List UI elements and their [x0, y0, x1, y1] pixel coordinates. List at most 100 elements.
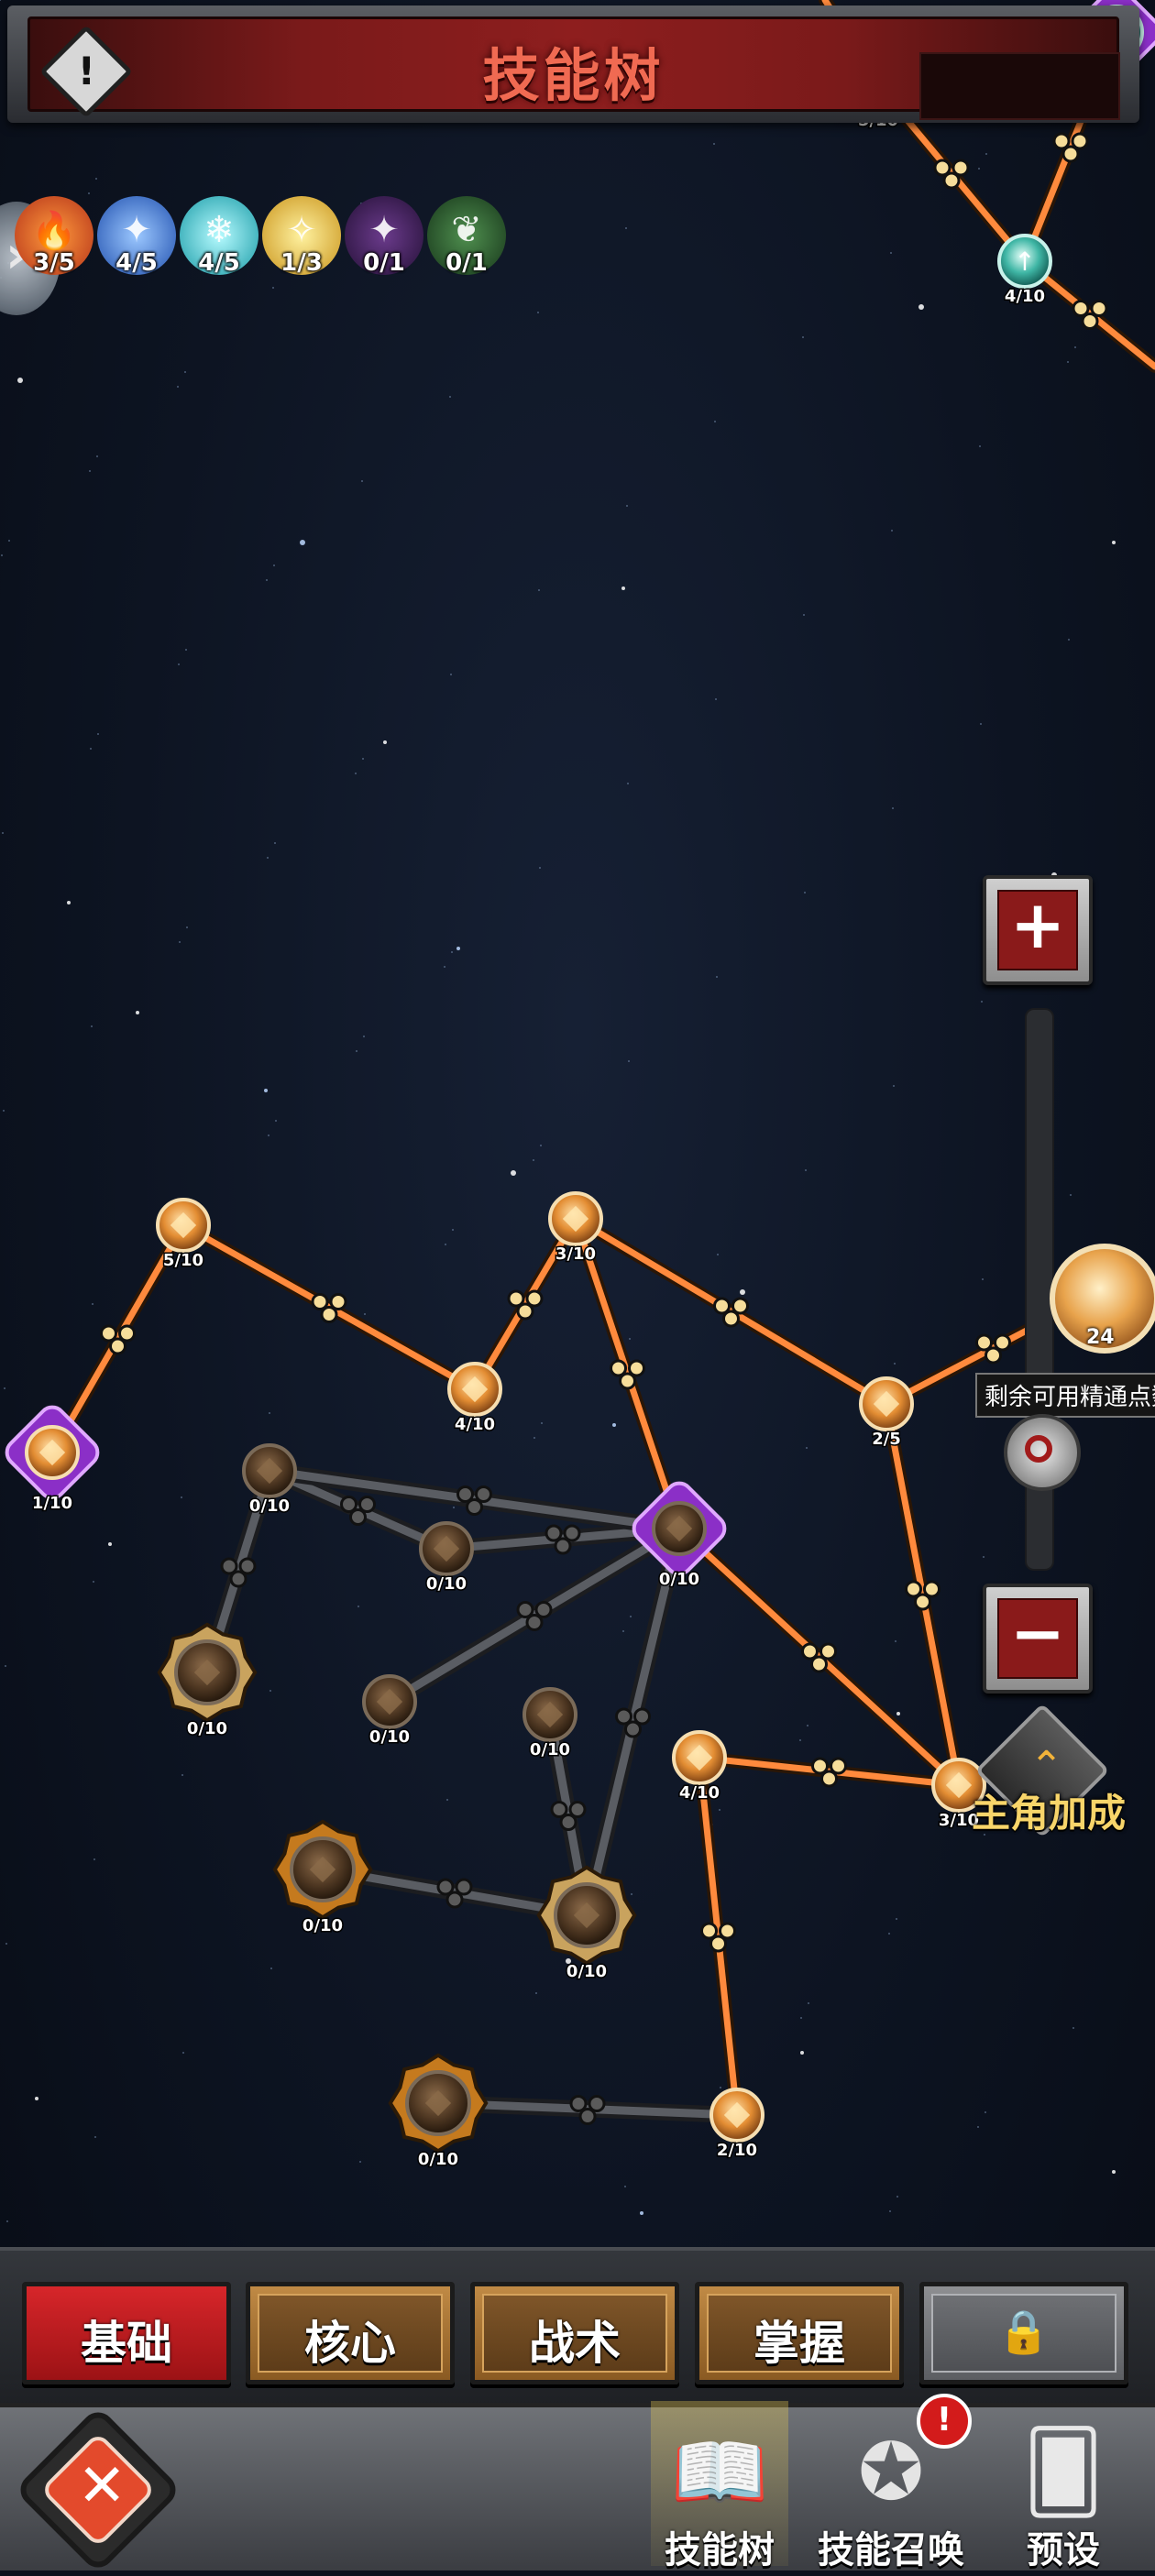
skill-node-level: 4/10: [679, 1783, 720, 1803]
skill-node[interactable]: 4/10: [447, 1362, 502, 1436]
skill-node[interactable]: 3/10: [548, 1191, 603, 1266]
skill-node-level: 4/10: [1005, 287, 1045, 306]
nature-element-icon: ❦: [451, 209, 482, 251]
tab-label: 掌握: [754, 2317, 845, 2370]
link-joint: [320, 1306, 338, 1323]
skill-node-level: 0/10: [249, 1496, 290, 1516]
skill-tree-screen: 5/10 1/10 4/10 3/10 2/5 0/10 0/10 0/10 0/10 0/10 0…: [0, 0, 1155, 2574]
skill-node[interactable]: 0/10: [242, 1443, 297, 1518]
hero-bonus-label: 主角加成: [972, 1791, 1127, 1836]
dark-element-icon: ✦: [368, 209, 400, 251]
element-ice-shard[interactable]: ✦ 4/5: [97, 196, 176, 277]
fire-element-icon: 🔥: [31, 210, 77, 252]
minus-icon: −: [1009, 1595, 1066, 1672]
element-count: 4/5: [198, 249, 240, 277]
skill-node-level: 0/10: [530, 1740, 570, 1759]
hero-level: 24: [1086, 1326, 1115, 1349]
link-joint: [109, 1337, 126, 1355]
lock-icon: 🔒: [997, 2307, 1050, 2356]
element-count: 3/5: [33, 249, 75, 277]
tab-locked[interactable]: 🔒: [919, 2282, 1128, 2384]
link-joint: [914, 1593, 931, 1611]
element-count: 0/1: [446, 249, 488, 277]
element-fire[interactable]: 🔥 3/5: [15, 196, 94, 277]
skill-node[interactable]: 0/10: [388, 2053, 489, 2171]
tab-label: 基础: [81, 2317, 172, 2370]
skill-node[interactable]: 2/10: [710, 2088, 764, 2162]
arrow-up-icon: ↑: [1014, 247, 1035, 277]
skill-node-level: 0/10: [369, 1727, 410, 1747]
skill-node-level: 0/10: [302, 1916, 343, 1935]
skill-node[interactable]: 0/10: [522, 1687, 578, 1761]
skill-node[interactable]: 0/10: [362, 1674, 417, 1748]
link-joint: [466, 1498, 483, 1516]
element-snowflake[interactable]: ❄ 4/5: [180, 196, 258, 277]
element-dark[interactable]: ✦ 0/1: [345, 196, 424, 277]
book-icon: 📖: [670, 2427, 769, 2518]
element-nature[interactable]: ❦ 0/1: [427, 196, 506, 277]
skill-node-level: 0/10: [187, 1719, 227, 1738]
element-count: 1/3: [280, 249, 323, 277]
skill-node-level: 1/10: [32, 1494, 72, 1513]
tab-mastery[interactable]: 掌握: [695, 2282, 904, 2384]
skill-node-level: 2/5: [872, 1430, 901, 1449]
skill-node-level: 0/10: [426, 1574, 467, 1594]
ice-shard-element-icon: ✦: [121, 209, 152, 251]
teal-skill-node[interactable]: ↑ 4/10: [997, 234, 1052, 308]
link-joint: [624, 1720, 642, 1738]
element-light[interactable]: ✧ 1/3: [262, 196, 341, 277]
snowflake-element-icon: ❄: [204, 209, 235, 251]
zoom-in-button[interactable]: +: [983, 875, 1093, 985]
skill-node[interactable]: 0/10: [157, 1622, 258, 1740]
skill-node-level: 4/10: [455, 1415, 495, 1434]
link-joint: [1081, 312, 1099, 330]
skill-node[interactable]: 0/10: [419, 1521, 474, 1595]
tab-basic[interactable]: 基础: [22, 2282, 231, 2384]
skill-node-level: 0/10: [566, 1962, 607, 1981]
link-joint: [942, 171, 961, 190]
tab-tactics[interactable]: 战术: [470, 2282, 679, 2384]
remaining-points-label: 剩余可用精通点数: [975, 1373, 1155, 1418]
link-joint: [229, 1570, 248, 1588]
link-joint: [578, 2108, 597, 2125]
skill-node[interactable]: 0/10: [629, 1478, 730, 1591]
link-joint: [446, 1891, 464, 1909]
light-element-icon: ✧: [286, 209, 317, 251]
nav-label: 预设: [1027, 2529, 1100, 2571]
link-joint: [525, 1614, 544, 1631]
skill-node-level: 2/10: [717, 2141, 757, 2160]
skill-node[interactable]: 1/10: [2, 1402, 103, 1515]
link-joint: [722, 1310, 740, 1328]
link-joint: [984, 1346, 1002, 1365]
skill-node[interactable]: 4/10: [672, 1730, 727, 1804]
link-joint: [710, 1935, 727, 1953]
nav-label: 技能树: [665, 2529, 775, 2571]
link-joint: [516, 1302, 534, 1321]
nav-label: 技能召唤: [818, 2529, 964, 2571]
skill-node-level: 0/10: [418, 2150, 458, 2169]
skill-node[interactable]: 0/10: [272, 1819, 373, 1937]
link-joint: [559, 1814, 578, 1831]
skill-node-level: 3/10: [556, 1244, 596, 1264]
plus-icon: +: [1009, 886, 1066, 963]
header-bar: ! 技能树: [7, 5, 1139, 123]
tab-core[interactable]: 核心: [246, 2282, 455, 2384]
skill-node-level: 0/10: [659, 1570, 699, 1589]
skill-node[interactable]: 2/5: [859, 1376, 914, 1451]
zoom-out-button[interactable]: −: [983, 1584, 1093, 1694]
tab-label: 核心: [304, 2317, 396, 2370]
skill-node[interactable]: 5/10: [156, 1198, 211, 1272]
tab-label: 战术: [529, 2317, 621, 2370]
cards-icon: 🂠: [1023, 2427, 1104, 2518]
close-icon: ✕: [77, 2451, 127, 2520]
skill-node[interactable]: 0/10: [536, 1865, 637, 1983]
skill-tree-canvas[interactable]: 5/10 1/10 4/10 3/10 2/5 0/10 0/10 0/10 0/10 0/10 0…: [0, 0, 1155, 2245]
link-joint: [554, 1537, 572, 1555]
nav-skill-tree[interactable]: 📖 技能树: [632, 2403, 807, 2571]
skill-node-level: 5/10: [163, 1251, 204, 1270]
element-count: 4/5: [116, 249, 158, 277]
nav-presets[interactable]: 🂠 预设: [985, 2403, 1141, 2571]
zoom-slider-knob[interactable]: [1004, 1414, 1081, 1491]
summon-alert-badge: !: [917, 2394, 972, 2449]
link-joint: [810, 1655, 828, 1673]
